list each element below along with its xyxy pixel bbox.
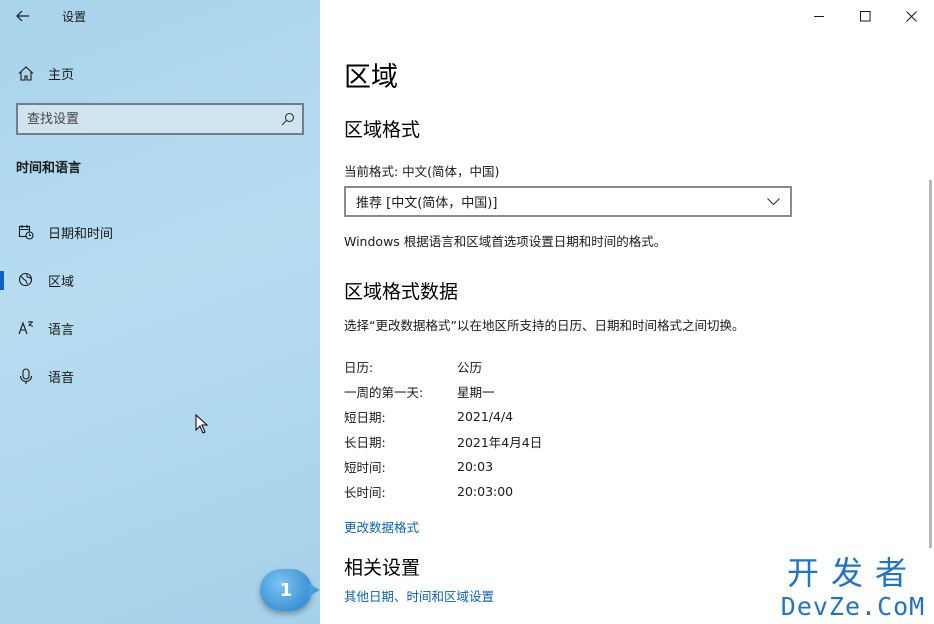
home-icon: [17, 65, 35, 81]
back-arrow-icon: [16, 10, 29, 22]
region-format-dropdown[interactable]: 推荐 [中文(简体，中国)]: [344, 186, 792, 217]
row-value: 2021年4月4日: [457, 435, 543, 450]
search-icon[interactable]: [274, 112, 302, 126]
format-data-description: 选择“更改数据格式”以在地区所支持的日历、日期和时间格式之间切换。: [344, 318, 745, 333]
sidebar-item-region[interactable]: 区域: [0, 256, 320, 304]
watermark: 开发者 DevZe.CoM: [773, 553, 933, 621]
maximize-button[interactable]: [842, 0, 888, 32]
change-data-format-link[interactable]: 更改数据格式: [344, 517, 419, 536]
table-row: 日历: 公历: [344, 354, 542, 379]
search-input[interactable]: [18, 105, 274, 133]
region-format-description: Windows 根据语言和区域首选项设置日期和时间的格式。: [344, 234, 667, 249]
row-value: 20:03:00: [457, 484, 514, 499]
back-button[interactable]: [0, 0, 46, 32]
table-row: 长时间: 20:03:00: [344, 479, 542, 504]
language-icon: [17, 320, 35, 336]
close-icon: [905, 10, 917, 22]
step-badge: 1: [260, 569, 320, 611]
format-data-table: 日历: 公历 一周的第一天: 星期一 短日期: 2021/4/4 长日期: 20…: [344, 354, 542, 504]
row-value: 公历: [457, 360, 483, 375]
minimize-icon: [813, 15, 824, 17]
selection-indicator: [0, 271, 4, 290]
settings-sidebar: 设置 主页 时间和语言 日期和时间 区域: [0, 0, 320, 624]
row-value: 星期一: [457, 385, 495, 400]
region-format-heading: 区域格式: [344, 119, 421, 141]
title-bar: 设置: [0, 0, 320, 32]
row-value: 2021/4/4: [457, 409, 514, 424]
sidebar-item-home[interactable]: 主页: [0, 58, 320, 88]
table-row: 短时间: 20:03: [344, 454, 542, 479]
table-row: 短日期: 2021/4/4: [344, 404, 542, 429]
watermark-cn: 开发者: [786, 554, 919, 592]
additional-date-time-region-link[interactable]: 其他日期、时间和区域设置: [344, 586, 494, 605]
row-key: 一周的第一天:: [344, 385, 424, 400]
page-title: 区域: [344, 62, 398, 93]
maximize-icon: [859, 10, 870, 21]
sidebar-item-label: 语音: [48, 370, 75, 386]
related-settings-heading: 相关设置: [344, 557, 421, 579]
sidebar-item-label: 语言: [48, 322, 75, 338]
chevron-down-icon: [767, 197, 780, 205]
home-label: 主页: [48, 67, 75, 83]
mouse-cursor-icon: [195, 414, 209, 434]
sidebar-item-label: 日期和时间: [48, 226, 114, 242]
row-key: 长时间:: [344, 485, 386, 500]
microphone-icon: [17, 367, 35, 385]
row-key: 日历:: [344, 360, 374, 375]
search-box[interactable]: [16, 103, 304, 135]
sidebar-section-heading: 时间和语言: [16, 161, 82, 176]
sidebar-item-label: 区域: [48, 274, 75, 290]
minimize-button[interactable]: [796, 0, 842, 32]
dropdown-value: 推荐 [中文(简体，中国)]: [356, 196, 498, 211]
table-row: 长日期: 2021年4月4日: [344, 429, 542, 454]
close-button[interactable]: [888, 0, 934, 32]
row-key: 短时间:: [344, 460, 386, 475]
table-row: 一周的第一天: 星期一: [344, 379, 542, 404]
sidebar-item-speech[interactable]: 语音: [0, 352, 320, 400]
globe-icon: [17, 272, 35, 288]
window-controls: [796, 0, 934, 32]
calendar-clock-icon: [17, 224, 35, 240]
scrollbar[interactable]: [929, 180, 932, 548]
row-value: 20:03: [457, 459, 494, 474]
sidebar-item-language[interactable]: 语言: [0, 304, 320, 352]
row-key: 长日期:: [344, 435, 386, 450]
main-content: 区域 区域格式 当前格式: 中文(简体，中国) 推荐 [中文(简体，中国)] W…: [320, 0, 934, 624]
watermark-en: DevZe.CoM: [780, 592, 926, 621]
format-data-heading: 区域格式数据: [344, 281, 459, 303]
sidebar-nav: 日期和时间 区域 语言 语音: [0, 208, 320, 400]
current-format-label: 当前格式: 中文(简体，中国): [344, 164, 500, 179]
sidebar-item-date-time[interactable]: 日期和时间: [0, 208, 320, 256]
row-key: 短日期:: [344, 410, 386, 425]
app-title: 设置: [62, 9, 87, 24]
